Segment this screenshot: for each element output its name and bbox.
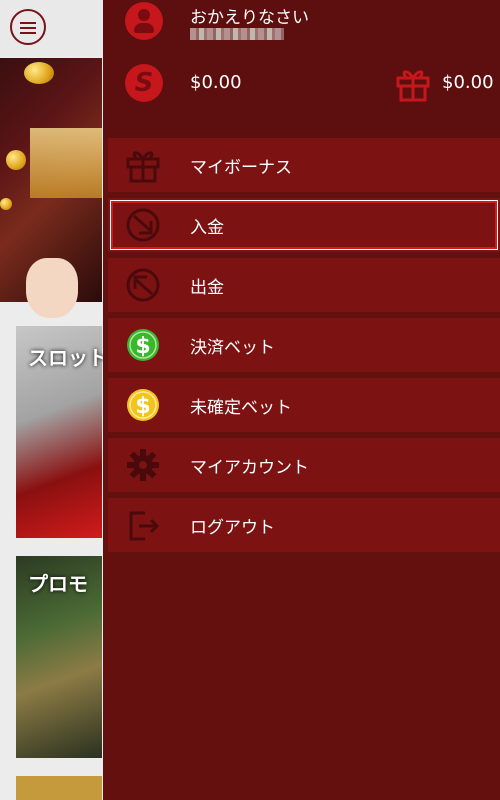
menu-deposit-label: 入金 — [190, 218, 224, 238]
account-summary: おかえりなさい S $0.00 $0.00 — [103, 0, 500, 140]
promo-card-title: プロモ — [28, 572, 88, 596]
gift-icon — [126, 151, 160, 183]
menu-my-bonus-label: マイボーナス — [190, 158, 292, 178]
svg-text:$: $ — [135, 334, 150, 359]
svg-text:$: $ — [135, 394, 150, 419]
side-drawer: おかえりなさい S $0.00 $0.00 マイボーナス 入金 出金 $ 決済ベ… — [103, 0, 500, 800]
bonus-gift-icon — [396, 70, 430, 102]
menu-unsettled-bets-label: 未確定ベット — [190, 398, 292, 418]
promo-card[interactable]: プロモ — [16, 556, 102, 758]
menu-my-account-label: マイアカウント — [190, 458, 309, 478]
withdraw-arrow-icon — [126, 268, 160, 302]
menu-my-bonus[interactable]: マイボーナス — [108, 138, 500, 192]
welcome-text: おかえりなさい — [190, 8, 309, 28]
deposit-arrow-icon — [126, 208, 160, 242]
cash-balance-icon: S — [125, 64, 163, 102]
slots-card[interactable]: スロット — [16, 326, 108, 538]
dollar-yellow-icon: $ — [127, 389, 159, 421]
promo-banner[interactable] — [0, 58, 102, 318]
cash-balance: $0.00 — [190, 72, 242, 93]
hamburger-menu-icon[interactable] — [10, 9, 46, 45]
menu-settled-bets-label: 決済ベット — [190, 338, 275, 358]
gear-icon — [127, 449, 159, 481]
menu-withdraw-label: 出金 — [190, 278, 224, 298]
bonus-balance: $0.00 — [442, 72, 494, 93]
slots-card-title: スロット — [28, 346, 108, 370]
logout-icon — [129, 511, 160, 541]
menu-unsettled-bets[interactable]: $ 未確定ベット — [108, 378, 500, 432]
next-card[interactable] — [16, 776, 102, 800]
menu-logout[interactable]: ログアウト — [108, 498, 500, 552]
menu-my-account[interactable]: マイアカウント — [108, 438, 500, 492]
menu-deposit[interactable]: 入金 — [108, 198, 500, 252]
menu-settled-bets[interactable]: $ 決済ベット — [108, 318, 500, 372]
dollar-green-icon: $ — [127, 329, 159, 361]
menu-logout-label: ログアウト — [190, 518, 275, 538]
username-blurred — [190, 28, 284, 40]
menu-withdraw[interactable]: 出金 — [108, 258, 500, 312]
user-avatar-icon — [125, 2, 163, 40]
